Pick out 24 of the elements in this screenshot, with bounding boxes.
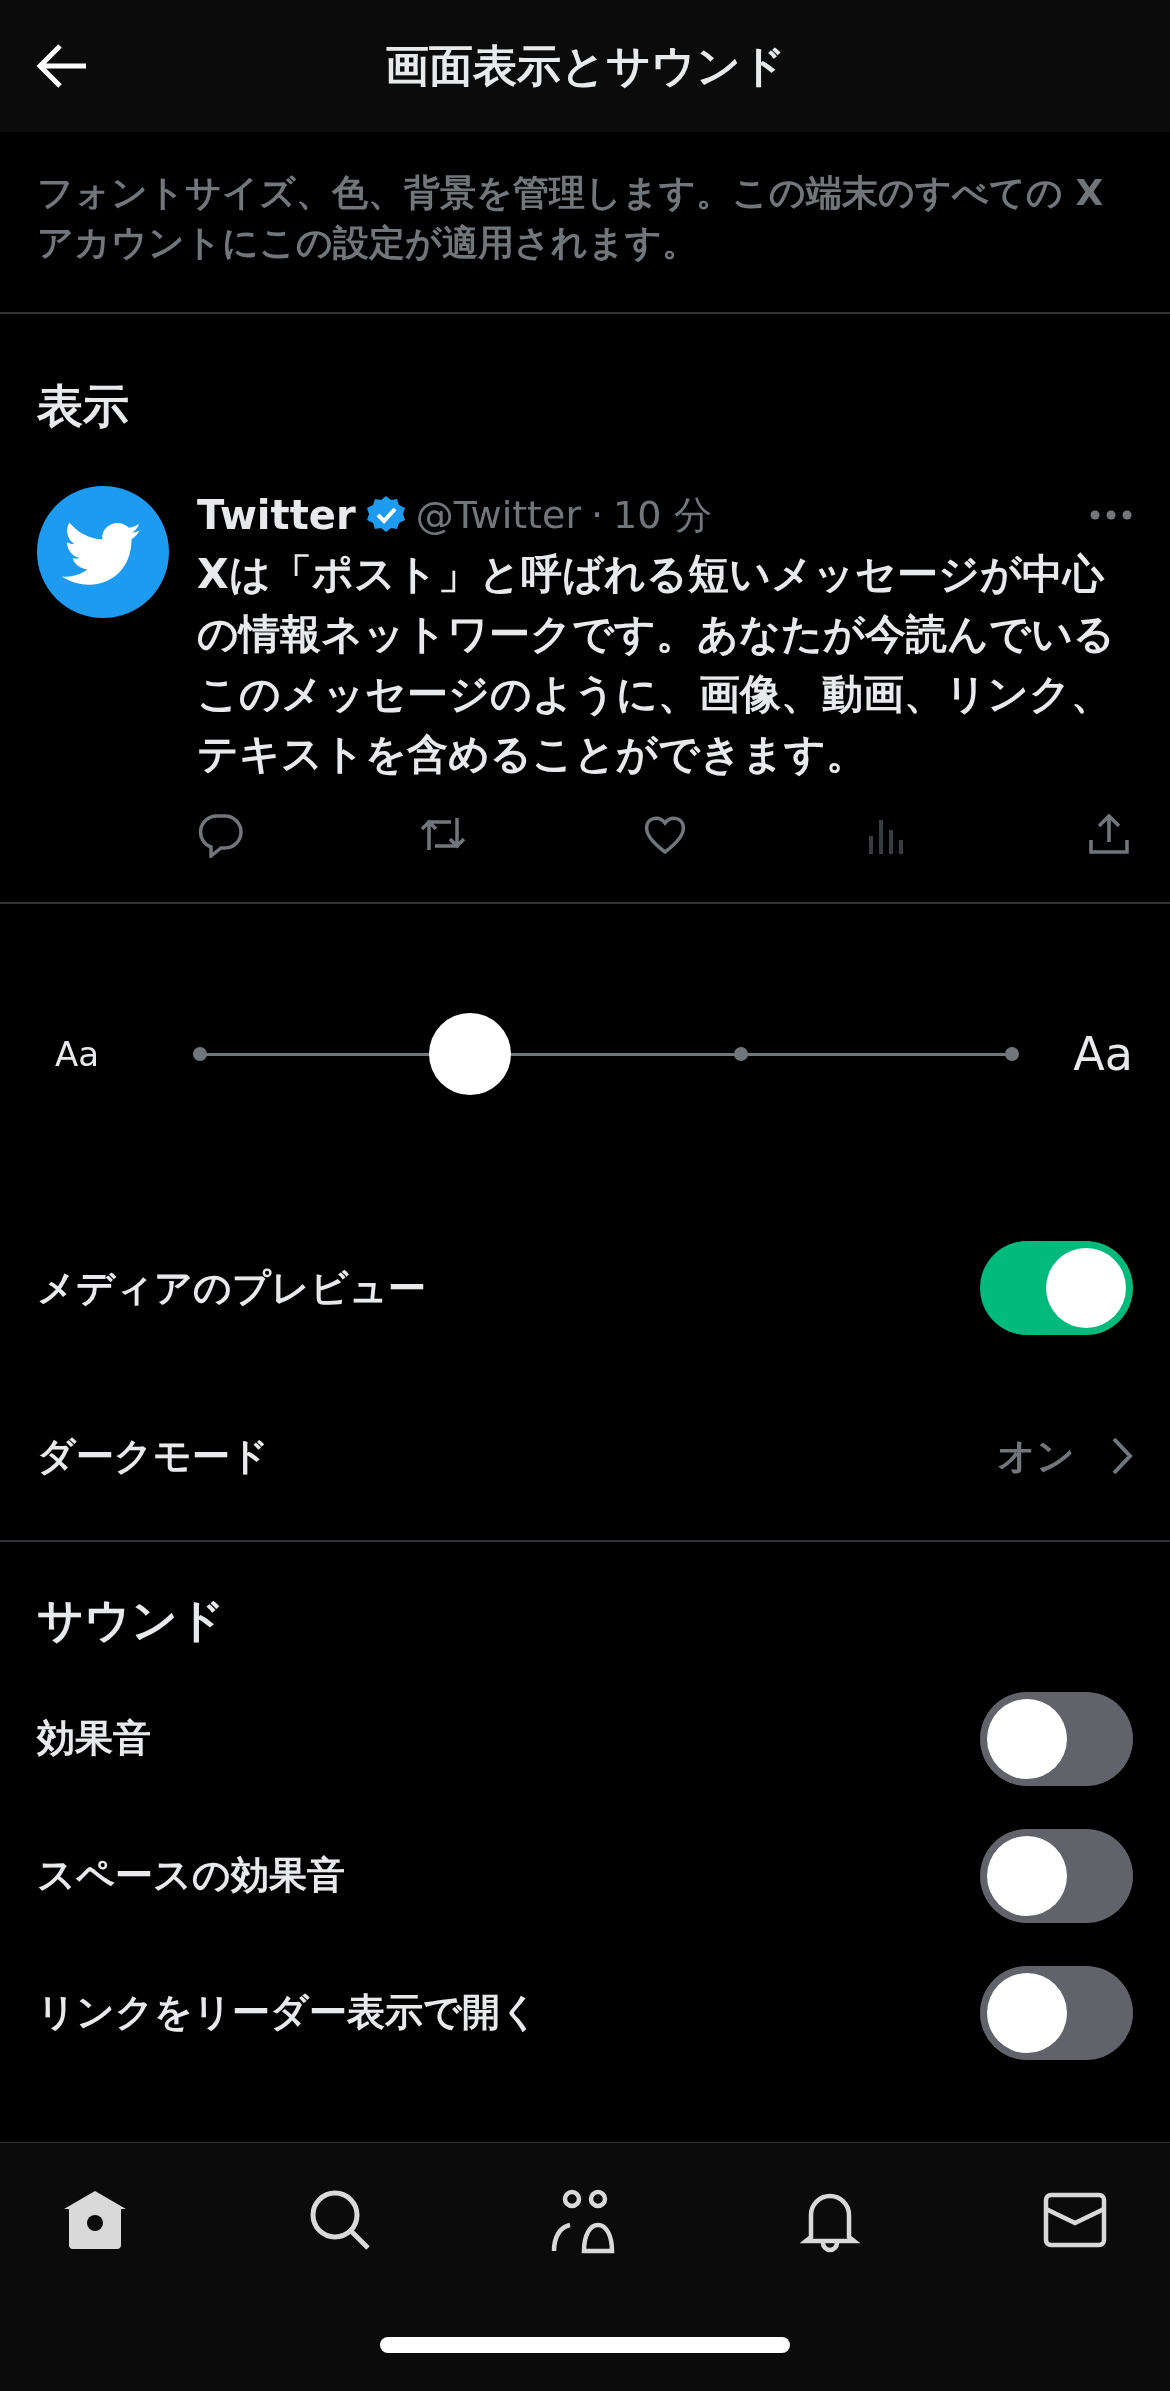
setting-value: オン [997, 1432, 1075, 1480]
setting-label: スペースの効果音 [37, 1852, 346, 1899]
setting-label: リンクをリーダー表示で開く [37, 1989, 540, 2036]
more-options-icon[interactable] [1089, 509, 1133, 521]
setting-label: 効果音 [37, 1715, 152, 1762]
description-text: フォントサイズ、色、背景を管理します。この端末のすべての X アカウントにこの設定が適用されます。 [36, 171, 1105, 265]
separator-dot: · [591, 493, 604, 537]
post-text: Xは「ポスト」と呼ばれる短いメッセージが中心の情報ネットワークです。あなたが今読んでいるこのメッセージのように、画像、動画、リンク、テキストを含めることができます。 [197, 549, 1116, 780]
setting-label: メディアのプレビュー [37, 1264, 427, 1312]
setting-label[interactable]: ダークモード [37, 1430, 997, 1482]
section-heading: 表示 [36, 378, 130, 435]
author-name: Twitter [197, 492, 356, 538]
post-time: 10 分 [613, 491, 712, 539]
small-text-label: Aa [55, 1034, 101, 1074]
page-title: 画面表示とサウンド [384, 38, 786, 93]
back-arrow-icon[interactable] [36, 42, 88, 90]
section-heading: サウンド [36, 1592, 226, 1649]
large-text-label: Aa [1072, 1027, 1133, 1081]
slider-stop [1005, 1047, 1019, 1061]
slider-stop [193, 1047, 207, 1061]
author-handle: @Twitter [415, 493, 581, 537]
verified-badge-icon [365, 495, 406, 535]
chevron-icon [1111, 1436, 1133, 1476]
slider-stop [734, 1047, 749, 1061]
